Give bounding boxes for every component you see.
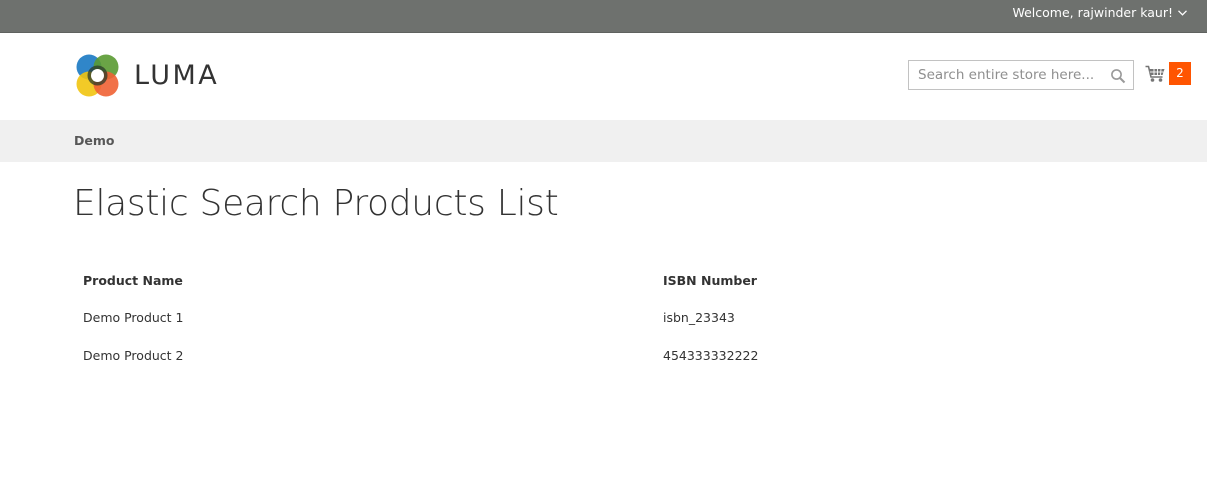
page-title: Elastic Search Products List: [73, 183, 559, 224]
logo-text: LUMA: [134, 59, 220, 91]
column-header-product-name: Product Name: [83, 272, 183, 288]
isbn-number-cell: 454333332222: [663, 347, 759, 363]
navigation-bar: Demo: [0, 120, 1207, 162]
customer-menu-toggle[interactable]: Welcome, rajwinder kaur!: [1012, 5, 1187, 21]
product-name-cell: Demo Product 1: [83, 309, 184, 325]
cart-icon: [1145, 65, 1165, 82]
luma-logo-icon: [76, 54, 119, 97]
product-name-cell: Demo Product 2: [83, 347, 184, 363]
search-input[interactable]: [909, 61, 1133, 89]
search-box: [908, 60, 1134, 90]
search-icon[interactable]: [1110, 68, 1126, 84]
table-header-row: Product Name ISBN Number: [74, 262, 1134, 298]
column-header-isbn-number: ISBN Number: [663, 272, 757, 288]
top-bar: Welcome, rajwinder kaur!: [0, 0, 1207, 33]
cart-count-badge: 2: [1169, 62, 1191, 85]
isbn-number-cell: isbn_23343: [663, 309, 735, 325]
table-row: Demo Product 1 isbn_23343: [74, 298, 1134, 336]
nav-item-demo[interactable]: Demo: [74, 133, 114, 149]
chevron-down-icon: [1178, 10, 1187, 16]
products-table: Product Name ISBN Number Demo Product 1 …: [74, 262, 1134, 374]
table-row: Demo Product 2 454333332222: [74, 336, 1134, 374]
welcome-message: Welcome, rajwinder kaur!: [1012, 5, 1173, 20]
page-header: LUMA 2: [0, 33, 1207, 120]
minicart-link[interactable]: 2: [1145, 62, 1191, 85]
store-logo[interactable]: LUMA: [74, 52, 219, 99]
